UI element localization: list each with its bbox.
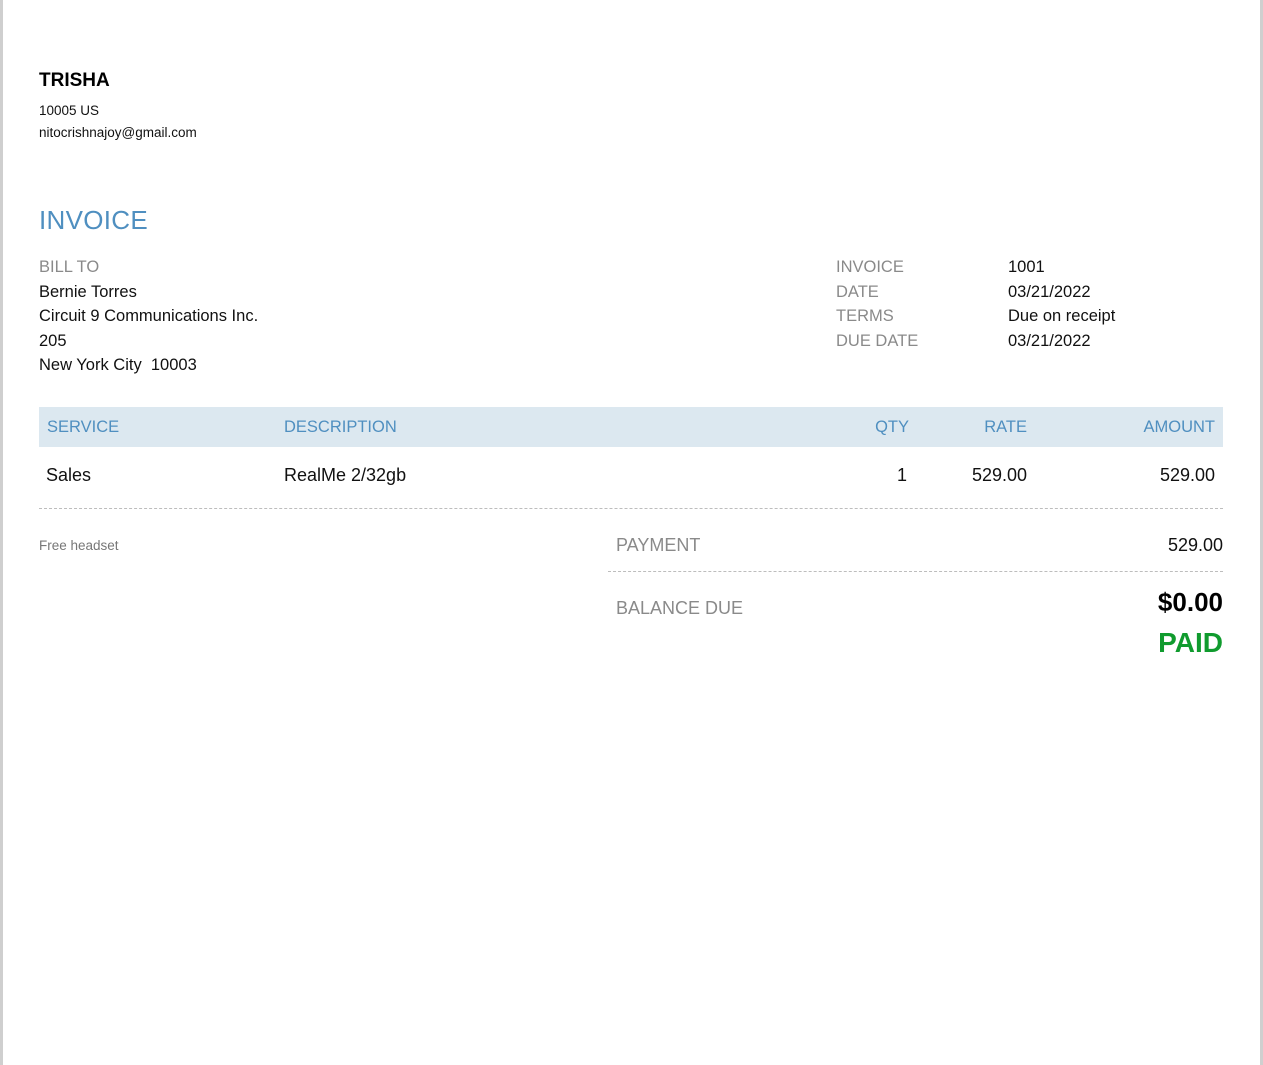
cell-qty: 1 [896,465,907,485]
terms-value: Due on receipt [1008,307,1116,325]
divider-dashed [39,508,1223,509]
meta-row-due-date: DUE DATE 03/21/2022 [836,329,1115,354]
payment-label: PAYMENT [616,535,701,555]
column-header-qty: QTY [875,418,909,436]
meta-row-terms: TERMS Due on receipt [836,304,1115,329]
column-header-service: SERVICE [47,418,120,436]
bill-to-street: 205 [39,331,67,350]
invoice-note: Free headset [39,538,119,553]
invoice-number: 1001 [1008,258,1045,276]
divider-dashed-totals [608,571,1223,572]
column-header-rate: RATE [984,418,1027,436]
table-row: Sales RealMe 2/32gb 1 529.00 529.00 [39,455,1223,495]
terms-label: TERMS [836,307,894,325]
cell-description: RealMe 2/32gb [284,465,407,485]
bill-to-company: Circuit 9 Communications Inc. [39,307,259,325]
balance-due-label: BALANCE DUE [616,598,744,618]
balance-due-value: $0.00 [1157,587,1223,617]
sender-block: TRISHA 10005 US nitocrishnajoy@gmail.com [39,70,197,144]
paid-status-badge: PAID [1158,627,1223,658]
meta-row-invoice: INVOICE 1001 [836,255,1115,280]
bill-to-label: BILL TO [39,258,100,276]
due-date-value: 03/21/2022 [1008,331,1091,350]
line-items-header: SERVICE DESCRIPTION QTY RATE AMOUNT [39,407,1223,447]
invoice-meta: INVOICE 1001 DATE 03/21/2022 TERMS Due o… [836,255,1115,353]
cell-rate: 529.00 [971,465,1027,485]
column-header-amount: AMOUNT [1143,418,1216,436]
sender-name: TRISHA [39,70,110,91]
page-edge-left [0,0,3,1065]
date-value: 03/21/2022 [1008,282,1091,301]
sender-email: nitocrishnajoy@gmail.com [39,125,197,140]
invoice-number-label: INVOICE [836,258,904,276]
bill-to-block: BILL TO Bernie Torres Circuit 9 Communic… [39,255,258,378]
column-header-description: DESCRIPTION [284,418,397,436]
payment-value: 529.00 [1167,535,1223,555]
sender-address: 10005 US [39,103,100,118]
bill-to-name: Bernie Torres [39,282,137,301]
due-date-label: DUE DATE [836,331,919,350]
cell-amount: 529.00 [1159,465,1215,485]
date-label: DATE [836,282,879,301]
invoice-title: INVOICE [39,205,149,235]
meta-row-date: DATE 03/21/2022 [836,280,1115,305]
bill-to-city: New York City 10003 [39,356,197,374]
cell-service: Sales [46,465,92,485]
